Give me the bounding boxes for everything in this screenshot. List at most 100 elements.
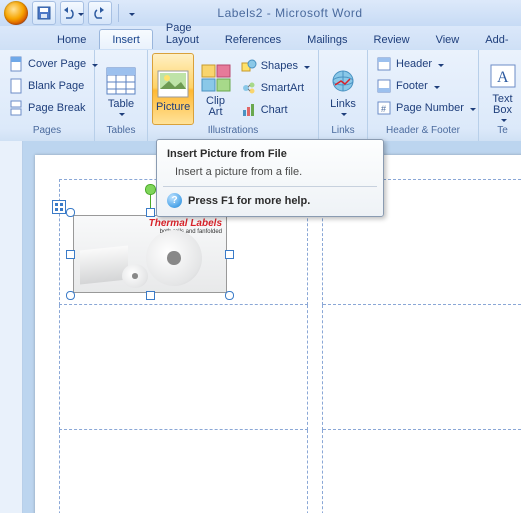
header-icon	[376, 56, 392, 72]
qat-customize-icon[interactable]	[129, 13, 135, 16]
resize-handle-bl[interactable]	[66, 291, 75, 300]
label-roll-small	[122, 264, 148, 288]
tab-view[interactable]: View	[423, 29, 473, 49]
tab-insert[interactable]: Insert	[99, 29, 153, 49]
label: Cover Page	[28, 58, 86, 70]
page-break-icon	[8, 100, 24, 116]
chevron-down-icon	[119, 113, 125, 116]
tab-review[interactable]: Review	[361, 29, 423, 49]
vertical-ruler[interactable]	[0, 141, 23, 513]
clip-art-icon	[200, 62, 232, 94]
label: Header	[396, 58, 432, 70]
label: Page Break	[28, 102, 85, 114]
picture-content: Thermal Labels both rolls and fanfolded	[73, 215, 227, 293]
shapes-icon	[241, 58, 257, 74]
chart-button[interactable]: Chart	[237, 100, 314, 120]
group-label: Pages	[0, 125, 94, 142]
resize-handle-b[interactable]	[146, 291, 155, 300]
clip-art-button[interactable]: Clip Art	[194, 53, 236, 125]
tab-references[interactable]: References	[212, 29, 294, 49]
tab-mailings[interactable]: Mailings	[294, 29, 360, 49]
rotation-stem	[150, 193, 151, 208]
label: Text Box	[492, 94, 512, 116]
footer-button[interactable]: Footer	[372, 76, 444, 96]
qat-save-button[interactable]	[32, 1, 56, 25]
resize-handle-tl[interactable]	[66, 208, 75, 217]
tooltip-help-row: ? Press F1 for more help.	[167, 193, 373, 208]
table-icon	[105, 65, 137, 97]
label: Clip Art	[206, 96, 225, 118]
rotation-handle[interactable]	[145, 184, 156, 195]
label: Shapes	[261, 60, 298, 72]
text-box-button[interactable]: A Text Box	[483, 53, 521, 125]
chevron-down-icon	[470, 108, 476, 111]
smartart-icon	[241, 80, 257, 96]
chevron-down-icon	[92, 64, 98, 67]
tab-home[interactable]: Home	[44, 29, 99, 49]
chevron-down-icon	[304, 66, 310, 69]
label-stack	[80, 245, 128, 284]
blank-page-icon	[8, 78, 24, 94]
office-button[interactable]	[4, 1, 28, 25]
blank-page-button[interactable]: Blank Page	[4, 76, 88, 96]
selected-picture[interactable]: Thermal Labels both rolls and fanfolded	[66, 208, 234, 300]
tooltip-title: Insert Picture from File	[167, 148, 373, 160]
svg-text:A: A	[497, 69, 509, 86]
group-tables: Table Tables	[95, 50, 148, 142]
cover-page-button[interactable]: Cover Page	[4, 54, 102, 74]
label: Chart	[261, 104, 288, 116]
resize-handle-t[interactable]	[146, 208, 155, 217]
tab-addins[interactable]: Add-	[472, 29, 521, 49]
header-button[interactable]: Header	[372, 54, 448, 74]
page-break-button[interactable]: Page Break	[4, 98, 89, 118]
group-illustrations: Picture Clip Art Shapes SmartArt	[148, 50, 319, 142]
page-number-icon: #	[376, 100, 392, 116]
title-bar: Labels2 - Microsoft Word	[0, 0, 521, 26]
label: Footer	[396, 80, 428, 92]
label: Blank Page	[28, 80, 84, 92]
group-links: Links Links	[319, 50, 368, 142]
label-cell[interactable]	[323, 305, 521, 430]
group-label: Te	[479, 125, 521, 142]
brand-line-1: Thermal Labels	[149, 218, 222, 229]
links-button[interactable]: Links	[323, 53, 363, 125]
shapes-button[interactable]: Shapes	[237, 56, 314, 76]
page-number-button[interactable]: # Page Number	[372, 98, 480, 118]
smartart-button[interactable]: SmartArt	[237, 78, 314, 98]
chevron-down-icon	[78, 13, 84, 16]
footer-icon	[376, 78, 392, 94]
tooltip-help-text: Press F1 for more help.	[188, 195, 310, 207]
picture-icon	[157, 68, 189, 100]
help-icon: ?	[167, 193, 182, 208]
labels-table[interactable]: Thermal Labels both rolls and fanfolded	[59, 179, 521, 513]
resize-handle-l[interactable]	[66, 250, 75, 259]
group-text: A Text Box Te	[479, 50, 521, 142]
anchor-icon[interactable]	[52, 200, 66, 214]
label: SmartArt	[261, 82, 304, 94]
links-icon	[327, 65, 359, 97]
group-label: Header & Footer	[368, 125, 478, 142]
resize-handle-br[interactable]	[225, 291, 234, 300]
text-box-icon: A	[487, 60, 519, 92]
chevron-down-icon	[434, 86, 440, 89]
picture-button[interactable]: Picture	[152, 53, 194, 125]
label-cell[interactable]	[60, 430, 308, 513]
group-header-footer: Header Footer # Page Number Header & Foo…	[368, 50, 479, 142]
table-button[interactable]: Table	[99, 53, 143, 125]
cover-page-icon	[8, 56, 24, 72]
chevron-down-icon	[501, 119, 507, 122]
tab-page-layout[interactable]: Page Layout	[153, 17, 212, 49]
label: Links	[330, 99, 356, 110]
label-cell[interactable]	[323, 430, 521, 513]
tooltip-body: Insert a picture from a file.	[175, 166, 373, 178]
group-pages: Cover Page Blank Page Page Break Pages	[0, 50, 95, 142]
chevron-down-icon	[341, 113, 347, 116]
resize-handle-r[interactable]	[225, 250, 234, 259]
save-icon	[36, 5, 52, 21]
tooltip: Insert Picture from File Insert a pictur…	[156, 139, 384, 217]
label-roll-large	[146, 230, 202, 286]
chart-icon	[241, 102, 257, 118]
label: Page Number	[396, 102, 464, 114]
chevron-down-icon	[438, 64, 444, 67]
label-cell[interactable]	[60, 305, 308, 430]
